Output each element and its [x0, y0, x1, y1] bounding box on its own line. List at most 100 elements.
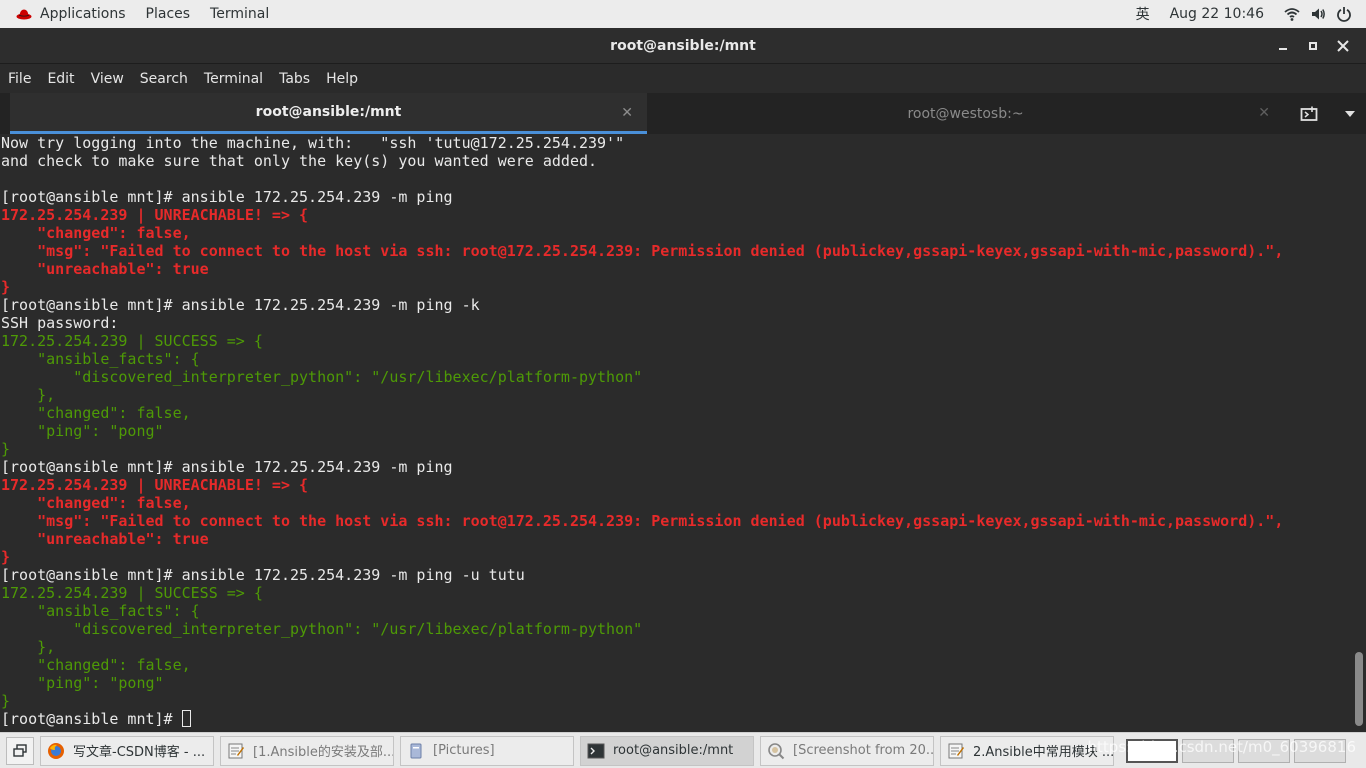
menu-edit[interactable]: Edit	[39, 71, 82, 87]
text-editor-icon	[947, 742, 965, 760]
image-viewer-icon	[767, 742, 785, 760]
terminal-line-text: "ansible_facts": {	[1, 602, 200, 620]
terminal-app-menu[interactable]: Terminal	[200, 0, 279, 28]
menu-terminal[interactable]: Terminal	[196, 71, 271, 87]
terminal-line-text: 172.25.254.239 | SUCCESS => {	[1, 332, 263, 350]
terminal-line: "unreachable": true	[1, 260, 1352, 278]
folder-icon	[407, 742, 425, 760]
terminal-line: "changed": false,	[1, 656, 1352, 674]
clock[interactable]: Aug 22 10:46	[1170, 6, 1264, 22]
terminal-line: },	[1, 386, 1352, 404]
terminal-line-text: }	[1, 692, 11, 710]
tab-root-westosb[interactable]: root@westosb:~ ✕	[647, 93, 1284, 134]
terminal-icon	[587, 742, 605, 760]
show-desktop-icon	[13, 743, 27, 757]
terminal-line-text: "msg": "Failed to connect to the host vi…	[1, 512, 1284, 530]
terminal-output[interactable]: Now try logging into the machine, with: …	[0, 134, 1352, 732]
terminal-line-text: [root@ansible mnt]# ansible 172.25.254.2…	[1, 566, 525, 584]
taskbar-item-4[interactable]: root@ansible:/mnt	[580, 735, 754, 766]
firefox-icon	[47, 742, 65, 760]
terminal-line-text: "discovered_interpreter_python": "/usr/l…	[1, 368, 643, 386]
watermark: https://blog.csdn.net/m0_60396816	[1087, 738, 1356, 756]
menu-search[interactable]: Search	[132, 71, 196, 87]
terminal-line: "ansible_facts": {	[1, 350, 1352, 368]
terminal-line-text: "ansible_facts": {	[1, 350, 200, 368]
terminal-scrollbar[interactable]	[1352, 134, 1366, 732]
terminal-line: "unreachable": true	[1, 530, 1352, 548]
terminal-line-text: "unreachable": true	[1, 530, 209, 548]
power-icon[interactable]	[1336, 6, 1352, 22]
terminal-line: 172.25.254.239 | UNREACHABLE! => {	[1, 206, 1352, 224]
tab-label: root@ansible:/mnt	[255, 104, 402, 120]
terminal-line: [root@ansible mnt]# ansible 172.25.254.2…	[1, 566, 1352, 584]
menu-view[interactable]: View	[83, 71, 132, 87]
terminal-line-text: [root@ansible mnt]#	[1, 710, 182, 728]
tab-root-ansible[interactable]: root@ansible:/mnt ✕	[10, 93, 647, 134]
taskbar-item-label: [Pictures]	[433, 743, 495, 758]
terminal-line: 172.25.254.239 | SUCCESS => {	[1, 584, 1352, 602]
terminal-line: }	[1, 278, 1352, 296]
taskbar-item-3[interactable]: [Pictures]	[400, 735, 574, 766]
wifi-icon[interactable]	[1284, 6, 1300, 22]
terminal-line: 172.25.254.239 | UNREACHABLE! => {	[1, 476, 1352, 494]
applications-label: Applications	[40, 6, 126, 22]
taskbar-item-5[interactable]: [Screenshot from 20...	[760, 735, 934, 766]
terminal-app-label: Terminal	[210, 6, 270, 22]
terminal-line-text: "discovered_interpreter_python": "/usr/l…	[1, 620, 643, 638]
close-icon	[1337, 40, 1349, 52]
terminal-line: },	[1, 638, 1352, 656]
terminal-line-text: SSH password:	[1, 314, 119, 332]
top-panel: Applications Places Terminal 英 Aug 22 10…	[0, 0, 1366, 28]
minimize-icon	[1279, 48, 1287, 50]
terminal-line: [root@ansible mnt]#	[1, 710, 1352, 728]
window-titlebar[interactable]: root@ansible:/mnt	[0, 28, 1366, 64]
new-tab-icon[interactable]	[1300, 106, 1318, 122]
scrollbar-thumb[interactable]	[1355, 652, 1363, 726]
terminal-cursor	[181, 710, 191, 727]
close-window-button[interactable]	[1328, 31, 1358, 61]
terminal-line: [root@ansible mnt]# ansible 172.25.254.2…	[1, 296, 1352, 314]
show-desktop-button[interactable]	[6, 736, 34, 765]
terminal-line-text: 172.25.254.239 | UNREACHABLE! => {	[1, 206, 309, 224]
terminal-line: [root@ansible mnt]# ansible 172.25.254.2…	[1, 188, 1352, 206]
terminal-line-text: Now try logging into the machine, with: …	[1, 134, 625, 152]
menu-tabs[interactable]: Tabs	[271, 71, 318, 87]
terminal-line-text: "changed": false,	[1, 494, 191, 512]
volume-icon[interactable]	[1310, 6, 1326, 22]
input-method-indicator[interactable]: 英	[1136, 4, 1150, 24]
terminal-line: Now try logging into the machine, with: …	[1, 134, 1352, 152]
taskbar-item-label: 写文章-CSDN博客 - ...	[73, 745, 206, 760]
terminal-line-text: "changed": false,	[1, 404, 191, 422]
applications-menu[interactable]: Applications	[0, 0, 136, 28]
taskbar-item-2[interactable]: [1.Ansible的安装及部...	[220, 735, 394, 766]
terminal-line-text: 172.25.254.239 | UNREACHABLE! => {	[1, 476, 309, 494]
menu-file[interactable]: File	[0, 71, 39, 87]
maximize-icon	[1309, 42, 1317, 50]
terminal-line: "msg": "Failed to connect to the host vi…	[1, 242, 1352, 260]
taskbar-item-1[interactable]: 写文章-CSDN博客 - ...	[40, 735, 214, 766]
window-title: root@ansible:/mnt	[610, 37, 756, 54]
minimize-button[interactable]	[1268, 31, 1298, 61]
taskbar-item-label: [1.Ansible的安装及部...	[253, 745, 394, 760]
tab-menu-chevron-down-icon[interactable]	[1344, 110, 1356, 118]
terminal-line: "ping": "pong"	[1, 422, 1352, 440]
places-menu[interactable]: Places	[136, 0, 201, 28]
menu-bar: File Edit View Search Terminal Tabs Help	[0, 64, 1366, 93]
menu-help[interactable]: Help	[318, 71, 366, 87]
terminal-line: "discovered_interpreter_python": "/usr/l…	[1, 620, 1352, 638]
redhat-logo-icon	[16, 9, 32, 20]
terminal-line-text: },	[1, 386, 56, 404]
taskbar-item-label: root@ansible:/mnt	[613, 743, 734, 758]
tab-close-icon[interactable]: ✕	[1258, 105, 1270, 121]
terminal-line-text: "changed": false,	[1, 224, 191, 242]
terminal-line-text: and check to make sure that only the key…	[1, 152, 598, 170]
terminal-line: "ansible_facts": {	[1, 602, 1352, 620]
tab-close-icon[interactable]: ✕	[621, 105, 633, 121]
terminal-line-text: }	[1, 278, 11, 296]
terminal-line-text: "unreachable": true	[1, 260, 209, 278]
terminal-line-text: "ping": "pong"	[1, 422, 164, 440]
maximize-button[interactable]	[1298, 31, 1328, 61]
terminal-line: }	[1, 692, 1352, 710]
terminal-line-text: "changed": false,	[1, 656, 191, 674]
